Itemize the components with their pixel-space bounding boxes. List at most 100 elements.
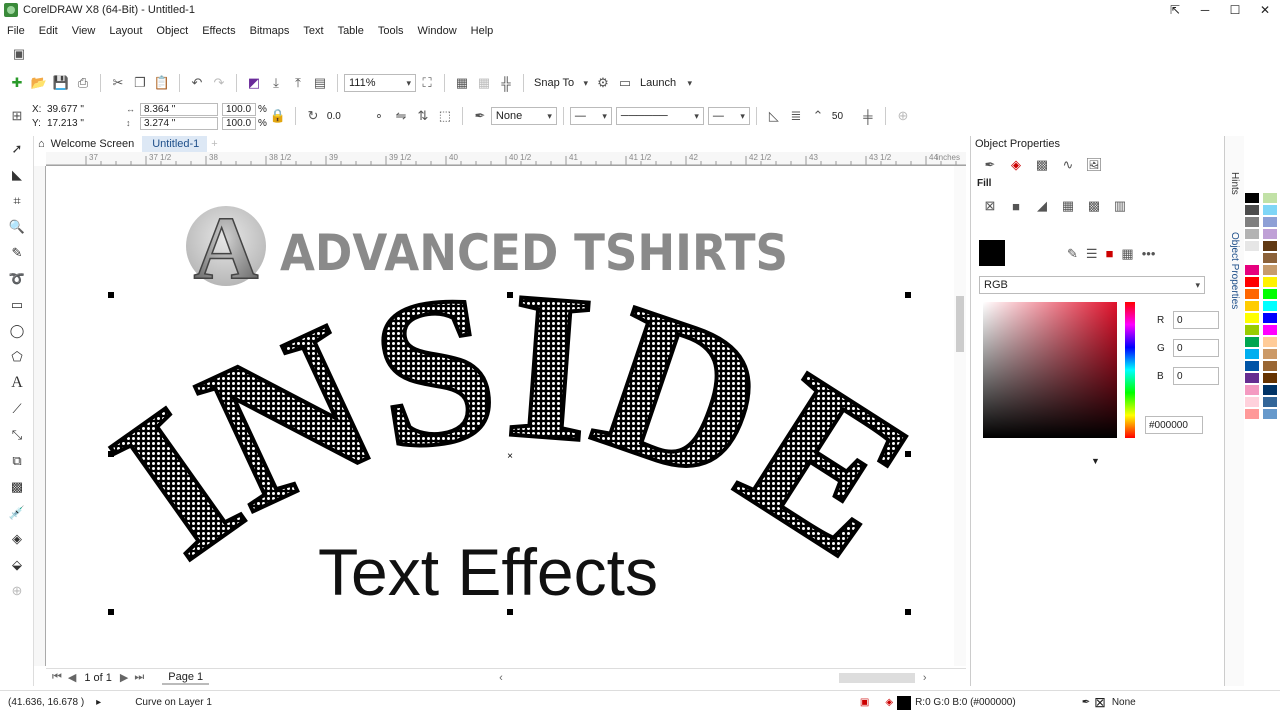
- blend-tool-icon[interactable]: ⧉: [0, 448, 34, 474]
- end-arrowhead-dropdown[interactable]: —: [707, 107, 750, 125]
- save-icon[interactable]: 💾: [50, 72, 72, 94]
- zoom-tool-icon[interactable]: 🔍: [0, 214, 34, 240]
- expand-chevron-icon[interactable]: ▼: [1091, 456, 1100, 466]
- menu-window[interactable]: Window: [411, 25, 464, 37]
- x-position-field[interactable]: 39.677 ": [44, 102, 122, 116]
- scale-height-field[interactable]: 100.0: [222, 116, 256, 130]
- eyedropper-tool-icon[interactable]: 💉: [0, 500, 34, 526]
- palette-swatch[interactable]: [1262, 240, 1278, 252]
- full-screen-preview-icon[interactable]: ⛶: [416, 72, 438, 94]
- rotation-icon[interactable]: ↻: [302, 105, 324, 127]
- shape-tool-icon[interactable]: ◣: [0, 162, 34, 188]
- palette-swatch[interactable]: [1244, 312, 1260, 324]
- palette-swatch[interactable]: [1262, 360, 1278, 372]
- connector-tool-icon[interactable]: ⤡: [0, 422, 34, 448]
- outline-pen-icon[interactable]: ✒: [469, 105, 491, 127]
- palette-swatch[interactable]: [1244, 264, 1260, 276]
- quick-customize-icon[interactable]: ⊕: [892, 105, 914, 127]
- color-sliders-icon[interactable]: ☰: [1086, 246, 1098, 262]
- start-arrowhead-dropdown[interactable]: —: [569, 107, 612, 125]
- fill-color-swatch[interactable]: [897, 695, 912, 710]
- pick-tool-icon[interactable]: ➚: [0, 136, 34, 162]
- new-tab-icon[interactable]: +: [207, 136, 225, 152]
- application-launcher-icon[interactable]: ▭: [614, 72, 636, 94]
- color-viewer-icon[interactable]: ■: [1106, 246, 1114, 262]
- minimize-button[interactable]: ─: [1190, 0, 1220, 20]
- smart-fill-icon[interactable]: ⬙: [0, 552, 34, 578]
- maximize-button[interactable]: ☐: [1220, 0, 1250, 20]
- import-icon[interactable]: ⤓: [265, 72, 287, 94]
- palette-swatch[interactable]: [1262, 216, 1278, 228]
- palette-swatch[interactable]: [1262, 384, 1278, 396]
- palette-swatch[interactable]: [1244, 336, 1260, 348]
- palette-swatch[interactable]: [1244, 204, 1260, 216]
- palette-swatch[interactable]: [1244, 348, 1260, 360]
- menu-effects[interactable]: Effects: [195, 25, 242, 37]
- tab-untitled-1[interactable]: Untitled-1: [142, 136, 208, 152]
- palette-swatch[interactable]: [1244, 240, 1260, 252]
- export-icon[interactable]: ⤒: [287, 72, 309, 94]
- copy-icon[interactable]: ❐: [129, 72, 151, 94]
- scrollbar-thumb[interactable]: [956, 296, 964, 352]
- image-icon[interactable]: 🖼: [1081, 157, 1107, 173]
- hue-slider[interactable]: [1125, 302, 1135, 438]
- palette-swatch[interactable]: [1244, 192, 1260, 204]
- transparency-tool-icon[interactable]: ▩: [0, 474, 34, 500]
- subtitle-text[interactable]: Text Effects: [318, 535, 658, 609]
- redo-icon[interactable]: ↷: [208, 72, 230, 94]
- palette-swatch[interactable]: [1262, 348, 1278, 360]
- menu-text[interactable]: Text: [296, 25, 330, 37]
- blue-value-field[interactable]: 0: [1173, 367, 1219, 385]
- palette-swatch[interactable]: [1262, 288, 1278, 300]
- vertical-scrollbar[interactable]: [954, 166, 966, 666]
- uniform-fill-icon[interactable]: ■: [1003, 199, 1029, 214]
- close-curve-icon[interactable]: ◺: [763, 105, 785, 127]
- hex-color-field[interactable]: #000000: [1145, 416, 1203, 434]
- palette-swatch[interactable]: [1262, 396, 1278, 408]
- palette-swatch[interactable]: [1262, 408, 1278, 420]
- close-button[interactable]: ✕: [1250, 0, 1280, 20]
- palette-swatch[interactable]: [1262, 300, 1278, 312]
- add-tool-icon[interactable]: ⊕: [0, 578, 34, 604]
- parallel-dimension-icon[interactable]: ⟋: [0, 396, 34, 422]
- hints-tab[interactable]: Hints: [1229, 172, 1240, 195]
- texture-fill-icon[interactable]: ▥: [1107, 198, 1133, 214]
- color-palette-icon[interactable]: ▦: [1121, 246, 1133, 262]
- object-origin-icon[interactable]: ⊞: [6, 105, 28, 127]
- palette-swatch[interactable]: [1244, 276, 1260, 288]
- bitmap-pattern-icon[interactable]: ▩: [1081, 198, 1107, 214]
- status-expand-icon[interactable]: ▸: [96, 697, 101, 708]
- print-icon[interactable]: ⎙: [72, 72, 94, 94]
- palette-swatch[interactable]: [1262, 372, 1278, 384]
- height-field[interactable]: 3.274 ": [140, 116, 218, 130]
- vertical-ruler[interactable]: [34, 166, 46, 666]
- undo-icon[interactable]: ↶: [186, 72, 208, 94]
- palette-swatch[interactable]: [1262, 192, 1278, 204]
- color-picker-area[interactable]: [983, 302, 1117, 438]
- palette-swatch[interactable]: [1244, 216, 1260, 228]
- show-rulers-icon[interactable]: ▦: [451, 72, 473, 94]
- menu-tools[interactable]: Tools: [371, 25, 411, 37]
- menu-bitmaps[interactable]: Bitmaps: [243, 25, 297, 37]
- horizontal-ruler[interactable]: 37 37 1/2 38 38 1/2 39 39 1/2 40 40 1/2 41 41 1/2…: [46, 152, 966, 166]
- palette-swatch[interactable]: [1244, 300, 1260, 312]
- scroll-right-icon[interactable]: ›: [923, 672, 927, 684]
- green-value-field[interactable]: 0: [1173, 339, 1219, 357]
- interactive-fill-icon[interactable]: ◈: [0, 526, 34, 552]
- search-content-icon[interactable]: ◩: [243, 72, 265, 94]
- new-document-icon[interactable]: ✚: [6, 72, 28, 94]
- show-guidelines-icon[interactable]: ╬: [495, 72, 517, 94]
- polygon-tool-icon[interactable]: ⬠: [0, 344, 34, 370]
- lock-ratio-icon[interactable]: 🔒: [267, 105, 289, 127]
- palette-swatch[interactable]: [1244, 324, 1260, 336]
- menu-object[interactable]: Object: [149, 25, 195, 37]
- horizontal-scroll-thumb[interactable]: [838, 672, 915, 683]
- curve-icon[interactable]: ∿: [1055, 157, 1081, 173]
- tab-welcome-screen[interactable]: ⌂ Welcome Screen: [34, 136, 142, 152]
- color-model-dropdown[interactable]: RGB: [979, 276, 1205, 294]
- docker-toggle-icon[interactable]: ▣: [8, 43, 30, 65]
- prev-page-icon[interactable]: ◀: [68, 671, 76, 684]
- menu-layout[interactable]: Layout: [102, 25, 149, 37]
- drawing-canvas[interactable]: A ADVANCED TSHIRTS INSIDE Text Effects ×: [46, 166, 954, 666]
- object-properties-tab[interactable]: Object Properties: [1229, 232, 1240, 309]
